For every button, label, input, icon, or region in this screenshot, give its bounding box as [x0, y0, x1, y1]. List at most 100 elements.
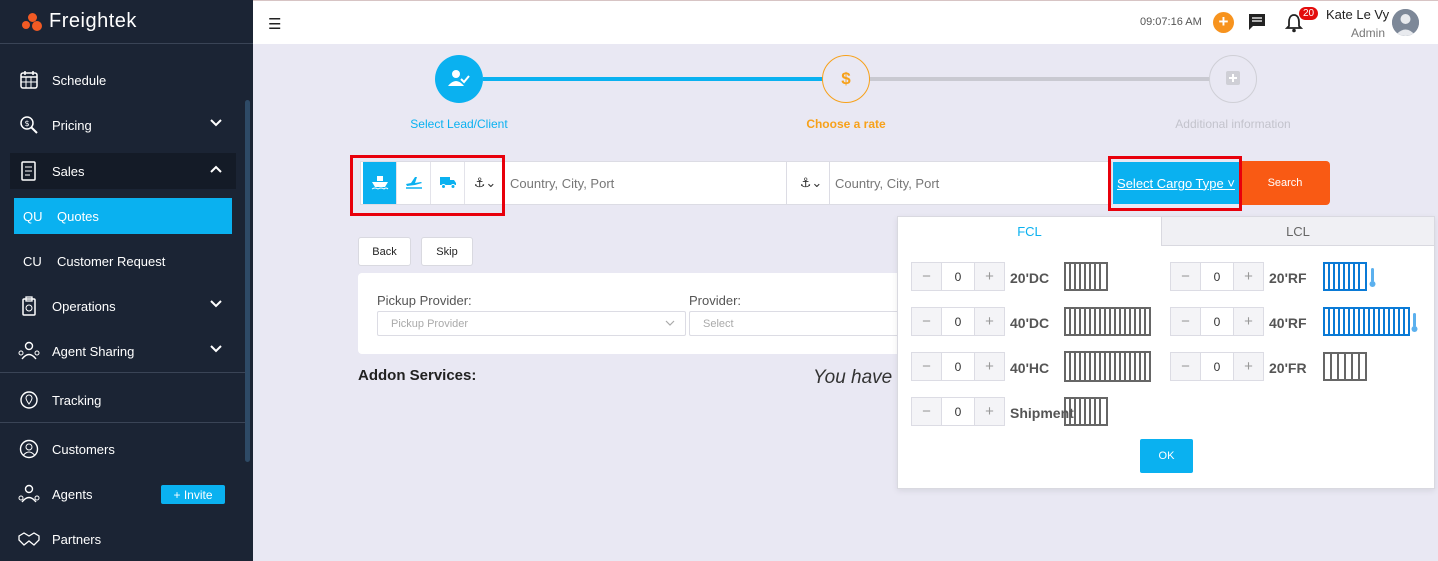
step-choose-rate[interactable]: $	[822, 55, 870, 103]
tab-fcl[interactable]: FCL	[898, 217, 1161, 246]
user-name[interactable]: Kate Le Vy	[1326, 7, 1389, 22]
increment-button[interactable]: +	[1234, 353, 1263, 380]
sidebar-item-partners[interactable]: Partners	[0, 521, 240, 557]
quantity-stepper-40hc: − 0 +	[911, 352, 1005, 381]
sidebar-item-abbr: CU	[23, 253, 42, 269]
container-40dc-icon	[1064, 307, 1151, 339]
pickup-provider-select[interactable]: Pickup Provider	[377, 311, 686, 336]
add-icon[interactable]: +	[1213, 12, 1234, 33]
origin-input[interactable]: Country, City, Port	[502, 162, 786, 204]
quantity-stepper-40dc: − 0 +	[911, 307, 1005, 336]
addon-services-title: Addon Services:	[358, 367, 477, 384]
anchor-icon: ⚓︎⌄	[799, 175, 823, 190]
sidebar-divider	[0, 422, 245, 423]
sidebar-item-operations[interactable]: Operations	[0, 288, 240, 324]
destination-port-type-select[interactable]: ⚓︎⌄	[791, 162, 831, 204]
sidebar-item-customers[interactable]: Customers	[0, 431, 240, 467]
menu-icon[interactable]: ☰	[268, 15, 281, 33]
increment-button[interactable]: +	[975, 398, 1004, 425]
notification-badge: 20	[1299, 7, 1319, 20]
chat-icon[interactable]	[1248, 13, 1266, 34]
sidebar-item-label: Agents	[52, 486, 93, 502]
search-dollar-icon: $	[18, 114, 40, 136]
sidebar-divider	[0, 372, 245, 373]
sidebar-scrollbar[interactable]	[245, 100, 250, 462]
quantity-value[interactable]: 0	[941, 308, 975, 335]
quantity-value[interactable]: 0	[1200, 353, 1234, 380]
increment-button[interactable]: +	[975, 263, 1004, 290]
sidebar-item-tracking[interactable]: Tracking	[0, 382, 240, 418]
top-bar: ☰ 09:07:16 AM + 20 Kate Le Vy Admin	[253, 0, 1438, 44]
quantity-value[interactable]: 0	[941, 263, 975, 290]
sidebar-item-sales[interactable]: Sales	[10, 153, 236, 189]
decrement-button[interactable]: −	[1171, 263, 1200, 290]
document-icon	[18, 160, 40, 182]
svg-text:$: $	[25, 119, 30, 128]
container-type-label: 20'RF	[1269, 270, 1307, 286]
plus-square-icon	[1225, 70, 1241, 89]
sidebar-item-customer-request[interactable]: CU Customer Request	[14, 243, 232, 279]
container-type-label: 40'HC	[1010, 360, 1050, 376]
pickup-provider-label: Pickup Provider:	[377, 293, 472, 308]
search-button[interactable]: Search	[1240, 161, 1330, 205]
chevron-down-icon	[210, 298, 222, 313]
sidebar-item-label: Agent Sharing	[52, 343, 135, 359]
container-type-label: 20'DC	[1010, 270, 1050, 286]
back-button[interactable]: Back	[358, 237, 411, 266]
decrement-button[interactable]: −	[912, 263, 941, 290]
quantity-value[interactable]: 0	[941, 353, 975, 380]
destination-input[interactable]: Country, City, Port	[827, 162, 1111, 204]
quantity-value[interactable]: 0	[1200, 308, 1234, 335]
handshake-icon	[18, 528, 40, 550]
invite-agent-button[interactable]: + Invite	[161, 485, 225, 504]
sidebar-item-label: Customer Request	[57, 253, 166, 269]
sidebar-item-quotes[interactable]: QU Quotes	[14, 198, 232, 234]
quantity-stepper-20rf: − 0 +	[1170, 262, 1264, 291]
step-select-lead[interactable]	[435, 55, 483, 103]
calendar-icon	[18, 69, 40, 91]
decrement-button[interactable]: −	[1171, 353, 1200, 380]
container-type-label: 20'FR	[1269, 360, 1307, 376]
increment-button[interactable]: +	[975, 353, 1004, 380]
increment-button[interactable]: +	[1234, 263, 1263, 290]
divider	[786, 162, 787, 204]
provider-select[interactable]: Select	[689, 311, 918, 336]
increment-button[interactable]: +	[1234, 308, 1263, 335]
sidebar: Freightek Schedule $ Pricing Sales QU Qu…	[0, 0, 253, 561]
user-circle-icon	[18, 438, 40, 460]
brand-logo[interactable]: Freightek	[20, 10, 137, 33]
quantity-value[interactable]: 0	[1200, 263, 1234, 290]
quantity-stepper-20dc: − 0 +	[911, 262, 1005, 291]
ok-button[interactable]: OK	[1140, 439, 1193, 473]
sidebar-item-agent-sharing[interactable]: Agent Sharing	[0, 333, 240, 369]
dollar-icon: $	[841, 69, 851, 88]
agents-icon	[18, 483, 40, 505]
decrement-button[interactable]: −	[912, 353, 941, 380]
decrement-button[interactable]: −	[1171, 308, 1200, 335]
skip-button[interactable]: Skip	[421, 237, 473, 266]
sidebar-item-schedule[interactable]: Schedule	[0, 62, 240, 98]
chevron-down-icon	[665, 318, 675, 331]
sidebar-item-label: Sales	[52, 163, 85, 179]
increment-button[interactable]: +	[975, 308, 1004, 335]
quantity-value[interactable]: 0	[941, 398, 975, 425]
sidebar-item-label: Operations	[52, 298, 116, 314]
quantity-stepper-shipment: − 0 +	[911, 397, 1005, 426]
users-network-icon	[18, 340, 40, 362]
brand-name: Freightek	[49, 10, 137, 32]
step-additional-info[interactable]	[1209, 55, 1257, 103]
sidebar-header: Freightek	[0, 0, 253, 44]
step-label: Additional information	[1175, 117, 1291, 131]
sidebar-item-label: Pricing	[52, 117, 92, 133]
sidebar-item-label: Quotes	[57, 208, 99, 224]
container-20rf-icon	[1323, 262, 1379, 294]
decrement-button[interactable]: −	[912, 398, 941, 425]
sidebar-item-pricing[interactable]: $ Pricing	[0, 107, 240, 143]
tab-lcl[interactable]: LCL	[1161, 217, 1434, 246]
highlight-box-transport-mode	[350, 155, 505, 216]
stepper-remaining-line	[869, 77, 1209, 81]
provider-placeholder: Select	[703, 317, 734, 330]
decrement-button[interactable]: −	[912, 308, 941, 335]
container-20dc-icon	[1064, 262, 1108, 294]
avatar[interactable]	[1392, 9, 1419, 36]
